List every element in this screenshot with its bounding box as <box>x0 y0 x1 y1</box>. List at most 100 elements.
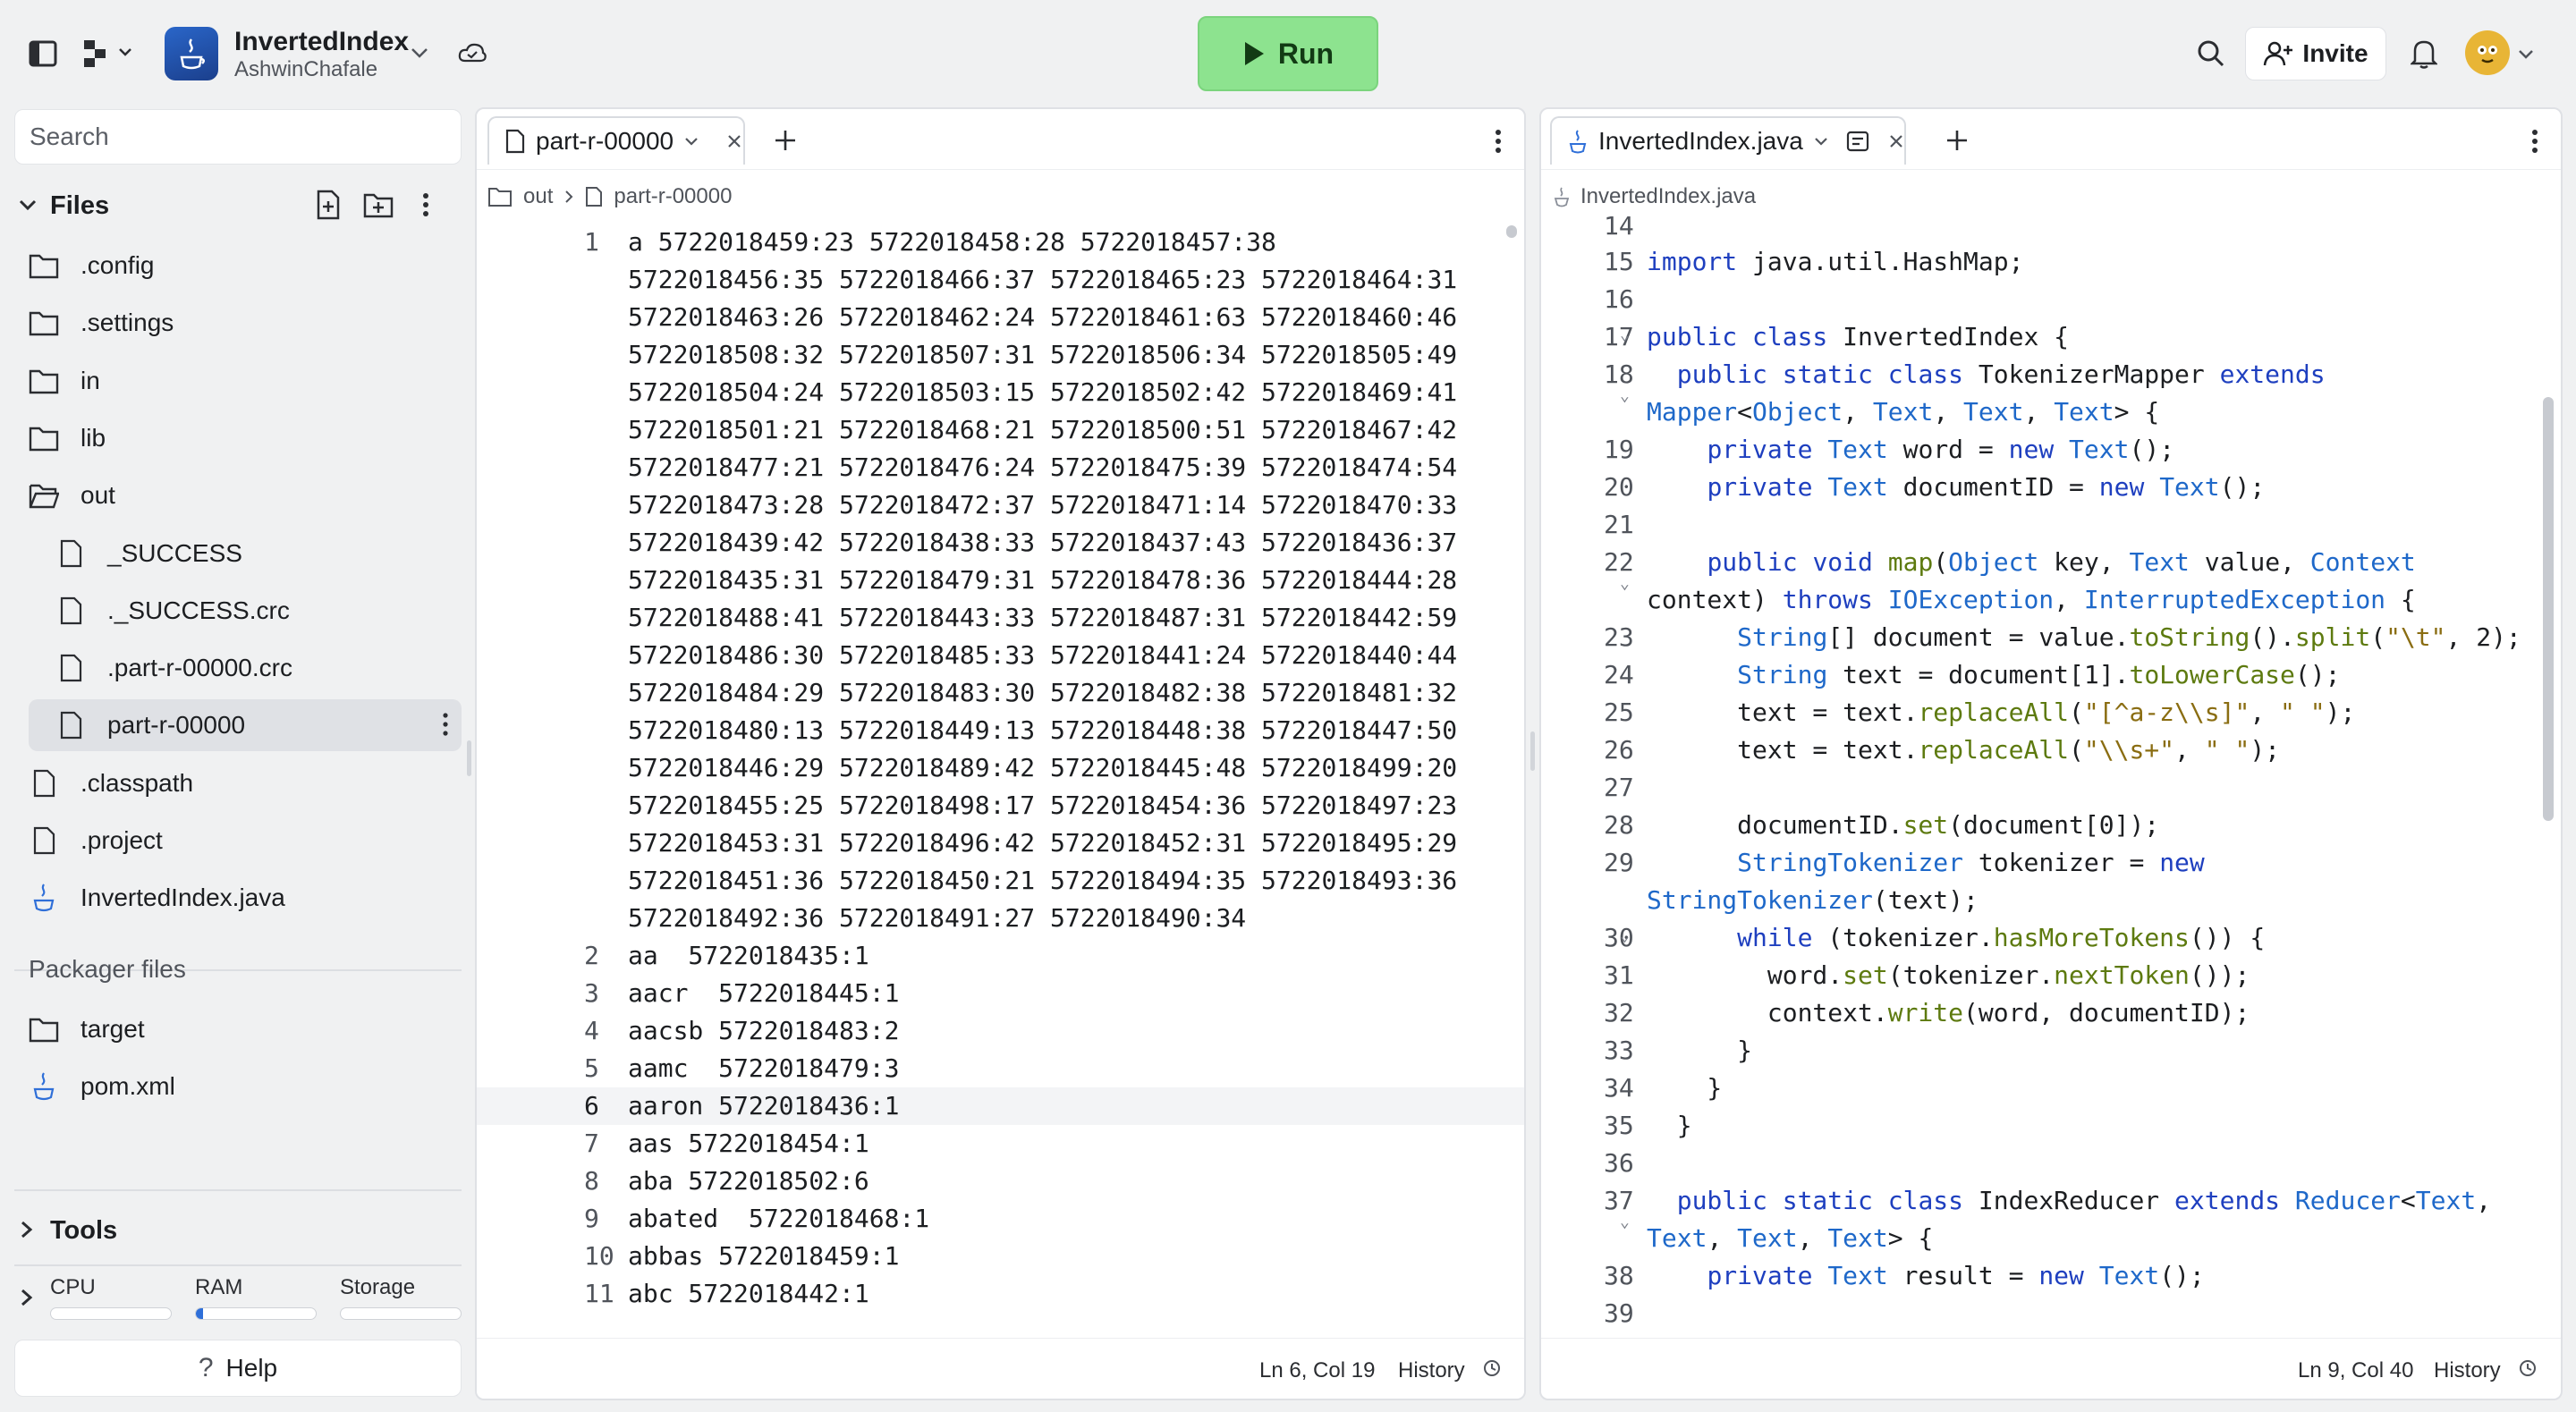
breadcrumb-item[interactable]: part-r-00000 <box>614 184 732 209</box>
line-text: abbas 5722018459:1 <box>628 1241 900 1271</box>
history-button[interactable]: History <box>1398 1358 1465 1383</box>
pane-resize-handle[interactable] <box>1530 731 1535 771</box>
invite-button[interactable]: Invite <box>2245 27 2386 80</box>
packager-files-label: Packager files <box>29 955 186 983</box>
output-line[interactable]: 8 aba 5722018502:6 <box>477 1163 1524 1200</box>
search-icon[interactable] <box>2193 36 2229 72</box>
outline-icon[interactable] <box>1846 131 1869 152</box>
app-title[interactable]: InvertedIndex <box>234 27 409 57</box>
bell-icon[interactable] <box>2406 36 2442 72</box>
output-line[interactable]: 5722018480:13 5722018449:13 5722018448:3… <box>477 712 1524 749</box>
tree-item-settings[interactable]: .settings <box>14 297 462 349</box>
output-line[interactable]: 5722018451:36 5722018450:21 5722018494:3… <box>477 862 1524 900</box>
file-content[interactable]: 1a 5722018459:23 5722018458:28 572201845… <box>477 224 1524 1338</box>
more-options-icon[interactable] <box>442 712 449 743</box>
close-icon[interactable] <box>727 134 741 148</box>
tree-item-part-r-00000-crc[interactable]: .part-r-00000.crc <box>14 642 462 694</box>
tree-item-success[interactable]: _SUCCESS <box>14 528 462 579</box>
breadcrumb-item[interactable]: out <box>523 184 553 209</box>
output-line[interactable]: 5722018488:41 5722018443:33 5722018487:3… <box>477 599 1524 637</box>
tree-item-out[interactable]: out <box>14 469 462 521</box>
new-folder-icon[interactable] <box>363 191 394 223</box>
cloud-sync-icon[interactable] <box>456 39 488 66</box>
fold-chevron-icon[interactable]: ⌄ <box>1620 317 1630 354</box>
fold-chevron-icon[interactable]: ⌄ <box>1620 565 1630 603</box>
chevron-down-icon[interactable] <box>18 190 38 217</box>
chevron-down-icon[interactable] <box>684 137 699 146</box>
tree-item-pom-xml[interactable]: pom.xml <box>14 1061 462 1112</box>
output-line[interactable]: 11 abc 5722018442:1 <box>477 1275 1524 1313</box>
history-button[interactable]: History <box>2434 1358 2501 1383</box>
fold-chevron-icon[interactable]: ⌄ <box>1620 917 1630 955</box>
output-line[interactable]: 10 abbas 5722018459:1 <box>477 1238 1524 1275</box>
sidebar-resize-handle[interactable] <box>467 740 471 776</box>
sidebar-toggle-icon[interactable] <box>25 36 61 72</box>
fold-chevron-icon[interactable]: ⌄ <box>1620 377 1630 415</box>
output-line[interactable]: 5722018492:36 5722018491:27 5722018490:3… <box>477 900 1524 937</box>
file-icon <box>586 187 603 207</box>
search-input[interactable]: Search <box>14 109 462 165</box>
new-file-icon[interactable] <box>315 190 342 224</box>
avatar[interactable] <box>2465 30 2510 75</box>
output-line[interactable]: 5722018477:21 5722018476:24 5722018475:3… <box>477 449 1524 486</box>
output-line[interactable]: 5722018446:29 5722018489:42 5722018445:4… <box>477 749 1524 787</box>
output-line[interactable]: 5722018456:35 5722018466:37 5722018465:2… <box>477 261 1524 299</box>
tab-invertedindex-java[interactable]: InvertedIndex.java <box>1550 116 1906 165</box>
history-icon[interactable] <box>2518 1358 2538 1378</box>
output-line[interactable]: 5722018501:21 5722018468:21 5722018500:5… <box>477 411 1524 449</box>
output-line[interactable]: 5722018439:42 5722018438:33 5722018437:4… <box>477 524 1524 562</box>
resource-label-ram: RAM <box>195 1275 243 1299</box>
tree-item-classpath[interactable]: .classpath <box>14 757 462 809</box>
tree-item-invertedindex-java[interactable]: InvertedIndex.java <box>14 872 462 924</box>
repl-menu-icon[interactable] <box>82 38 136 70</box>
tab-part-r-00000[interactable]: part-r-00000 <box>487 116 745 165</box>
output-line[interactable]: 5 aamc 5722018479:3 <box>477 1050 1524 1087</box>
output-line[interactable]: 5722018435:31 5722018479:31 5722018478:3… <box>477 562 1524 599</box>
output-line[interactable]: 5722018453:31 5722018496:42 5722018452:3… <box>477 824 1524 862</box>
tree-item-part-r-00000[interactable]: part-r-00000 <box>29 699 462 752</box>
tree-item-project[interactable]: .project <box>14 815 462 867</box>
code-text: context.write(word, documentID); <box>1647 998 2250 1027</box>
output-line[interactable]: 7 aas 5722018454:1 <box>477 1125 1524 1163</box>
fold-chevron-icon[interactable]: ⌄ <box>1620 1204 1630 1241</box>
output-line[interactable]: 4 aacsb 5722018483:2 <box>477 1012 1524 1050</box>
output-line[interactable]: 5722018484:29 5722018483:30 5722018482:3… <box>477 674 1524 712</box>
output-line[interactable]: 5722018463:26 5722018462:24 5722018461:6… <box>477 299 1524 336</box>
tree-item-target[interactable]: target <box>14 1003 462 1055</box>
tab-label: InvertedIndex.java <box>1598 127 1803 155</box>
chevron-down-icon[interactable] <box>2515 45 2537 63</box>
more-options-icon[interactable] <box>1495 129 1502 154</box>
output-line[interactable]: 2 aa 5722018435:1 <box>477 937 1524 975</box>
files-section-header[interactable]: Files <box>14 186 462 227</box>
output-line[interactable]: 5722018455:25 5722018498:17 5722018454:3… <box>477 787 1524 824</box>
output-line[interactable]: 5722018508:32 5722018507:31 5722018506:3… <box>477 336 1524 374</box>
run-button[interactable]: Run <box>1198 16 1378 91</box>
chevron-right-icon[interactable] <box>20 1288 34 1307</box>
output-line[interactable]: 5722018504:24 5722018503:15 5722018502:4… <box>477 374 1524 411</box>
output-line[interactable]: 3 aacr 5722018445:1 <box>477 975 1524 1012</box>
tree-item-in[interactable]: in <box>14 355 462 407</box>
scrollbar[interactable] <box>2543 397 2554 821</box>
output-line[interactable]: 9 abated 5722018468:1 <box>477 1200 1524 1238</box>
tree-item-config[interactable]: .config <box>14 240 462 292</box>
scrollbar[interactable] <box>1506 225 1517 238</box>
close-icon[interactable] <box>1889 134 1903 148</box>
tree-item-lib[interactable]: lib <box>14 412 462 464</box>
tools-section-header[interactable]: Tools <box>14 1211 462 1250</box>
chevron-down-icon[interactable] <box>1814 137 1828 146</box>
history-icon[interactable] <box>1482 1358 1502 1378</box>
breadcrumb-item[interactable]: InvertedIndex.java <box>1580 184 1756 209</box>
chevron-down-icon[interactable] <box>408 41 431 64</box>
code-editor[interactable]: 14 15 import java.util.HashMap; 16 17 ⌄ pub… <box>1541 215 2561 1338</box>
add-tab-icon[interactable] <box>774 129 797 152</box>
more-options-icon[interactable] <box>422 191 429 223</box>
tree-item-label: _SUCCESS <box>107 538 242 567</box>
more-options-icon[interactable] <box>2531 129 2538 154</box>
output-line[interactable]: 5722018486:30 5722018485:33 5722018441:2… <box>477 637 1524 674</box>
output-line[interactable]: 6 aaron 5722018436:1 <box>477 1087 1524 1125</box>
help-button[interactable]: ? Help <box>14 1340 462 1397</box>
output-line[interactable]: 1a 5722018459:23 5722018458:28 572201845… <box>477 224 1524 261</box>
tree-item-success-crc[interactable]: ._SUCCESS.crc <box>14 585 462 637</box>
output-line[interactable]: 5722018473:28 5722018472:37 5722018471:1… <box>477 486 1524 524</box>
add-tab-icon[interactable] <box>1945 129 1969 152</box>
